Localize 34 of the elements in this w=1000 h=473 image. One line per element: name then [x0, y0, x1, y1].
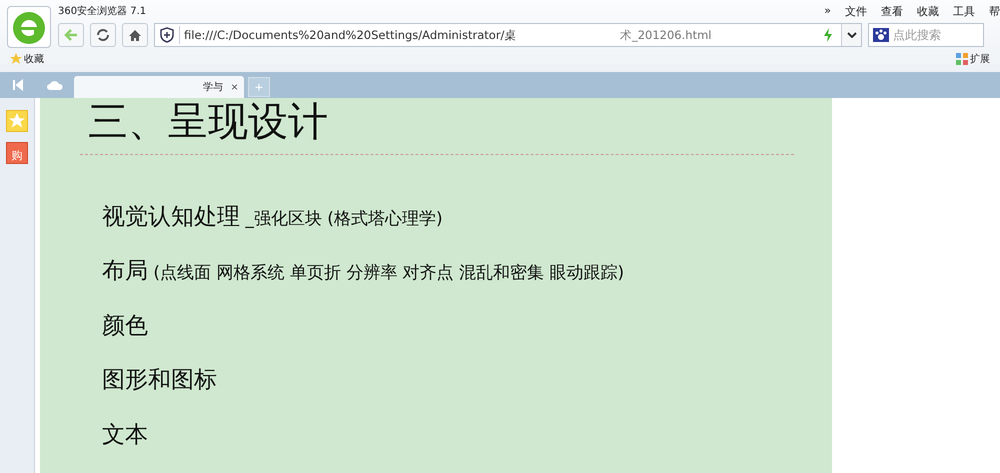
tab-title: 学与 [202, 80, 223, 94]
outline-item: 图形和图标 [101, 366, 218, 396]
menu-item[interactable]: » [824, 4, 831, 18]
browser-logo [7, 6, 51, 48]
address-field[interactable]: file:///C:/Documents%20and%20Settings/Administrator/桌 术_201206.html [154, 23, 862, 47]
dropdown-button[interactable] [841, 24, 862, 46]
cloud-icon[interactable] [46, 78, 64, 92]
left-arrow-icon [64, 29, 78, 41]
favorites-button[interactable] [6, 110, 28, 132]
slide-heading: 三、呈现设计 [87, 98, 329, 146]
back-button[interactable] [58, 23, 84, 47]
grid-icon [956, 53, 968, 65]
home-button[interactable] [122, 23, 148, 47]
chevron-down-icon [846, 32, 857, 38]
favorites-link[interactable]: 收藏 [10, 52, 44, 66]
outline-item: 布局 (点线面 网格系统 单页折 分辨率 对齐点 混乱和密集 眼动跟踪) [101, 257, 626, 286]
browser-tab[interactable]: 学与 × [74, 76, 244, 98]
star-icon [10, 53, 22, 65]
menu-item[interactable]: 收藏 [917, 4, 939, 18]
menu-item[interactable]: 帮 [989, 4, 1000, 18]
home-icon [128, 28, 142, 42]
paw-icon [873, 28, 889, 42]
refresh-icon [96, 28, 110, 42]
outline-item: 文本 [101, 420, 149, 450]
menu-item[interactable]: 查看 [881, 4, 903, 18]
outline-item: 颜色 [101, 312, 149, 341]
search-field[interactable]: 点此搜索 [868, 23, 984, 47]
refresh-button[interactable] [90, 23, 116, 47]
window-title: 360安全浏览器 7.1 [58, 4, 146, 18]
menu-item[interactable]: 文件 [845, 4, 867, 18]
outline-item: 视觉认知处理 _强化区块 (格式塔心理学) [101, 203, 444, 232]
menu-item[interactable]: 工具 [953, 4, 975, 18]
extensions-button[interactable]: 扩展 [956, 52, 990, 66]
close-button[interactable]: × [230, 80, 238, 94]
